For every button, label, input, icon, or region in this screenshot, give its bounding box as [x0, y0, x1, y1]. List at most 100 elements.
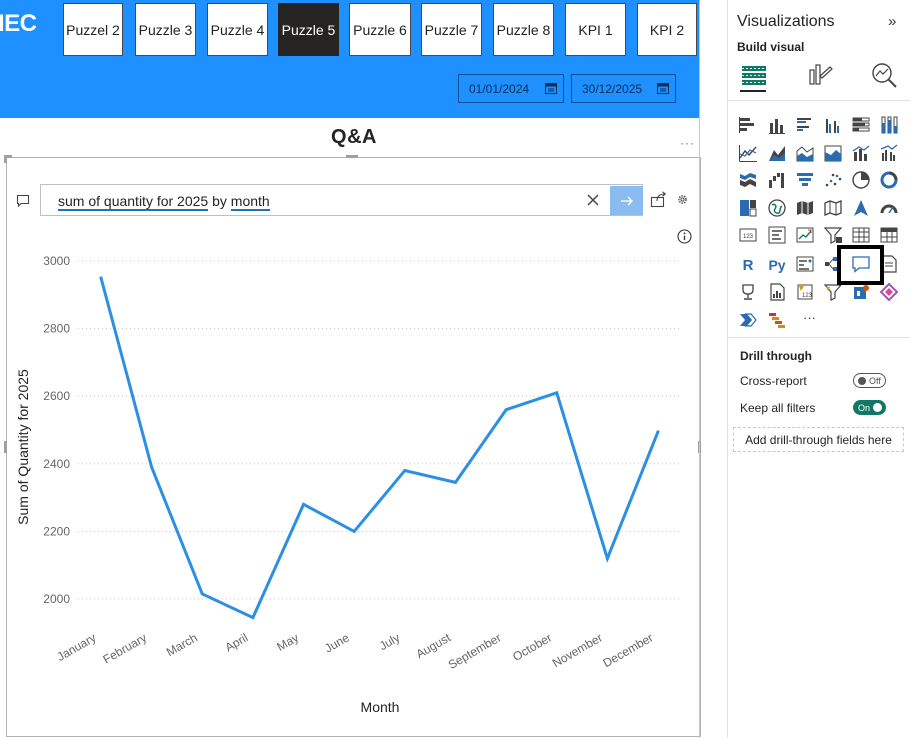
drill-through-fields-well[interactable]: Add drill-through fields here [733, 427, 904, 452]
power-apps-visual-icon[interactable] [851, 282, 871, 302]
qa-line-chart[interactable]: 2000 2200 2400 2600 2800 3000 January February… [0, 0, 700, 738]
narrative-icon[interactable] [879, 254, 899, 274]
stacked-chart-icon[interactable] [767, 310, 787, 330]
pane-divider [728, 100, 910, 101]
cross-report-label: Cross-report [740, 374, 807, 388]
y-tick-label: 2400 [43, 457, 70, 471]
toggle-state: Off [869, 375, 881, 386]
filled-map-icon[interactable] [795, 198, 815, 218]
toggle-knob [858, 377, 866, 385]
matrix-icon[interactable] [879, 225, 899, 245]
shape-map-icon[interactable] [823, 198, 843, 218]
ribbon-chart-icon[interactable] [738, 170, 758, 190]
data-point[interactable] [302, 502, 306, 506]
goals-icon[interactable] [738, 282, 758, 302]
donut-chart-icon[interactable] [879, 170, 899, 190]
x-tick-label: December [601, 630, 656, 670]
r-script-visual-icon[interactable]: R [738, 254, 758, 274]
x-tick-label: May [274, 630, 301, 653]
pane-divider [728, 337, 910, 338]
y-tick-label: 2200 [43, 524, 70, 538]
area-chart-icon[interactable] [767, 143, 787, 163]
clustered-bar-chart-icon[interactable] [795, 115, 815, 135]
active-tab-indicator [740, 90, 766, 92]
gauge-icon[interactable] [879, 198, 899, 218]
pane-title: Visualizations [737, 13, 835, 30]
funnel-chart-icon[interactable] [795, 170, 815, 190]
data-point[interactable] [453, 480, 457, 484]
diamond-visual-icon[interactable] [879, 282, 899, 302]
power-automate-icon[interactable] [823, 282, 843, 302]
azure-map-icon[interactable] [851, 198, 871, 218]
toggle-knob [873, 403, 882, 412]
power-automate-visual-icon[interactable] [738, 310, 758, 330]
report-canvas: IEC Puzzel 2 Puzzle 3 Puzzle 4 Puzzle 5 Puzz… [0, 0, 727, 738]
chart-series[interactable] [99, 276, 660, 620]
analytics-tab-icon[interactable] [869, 60, 899, 90]
power-apps-icon[interactable]: 123 [795, 282, 815, 302]
data-point[interactable] [251, 616, 255, 620]
stacked-bar-chart-icon[interactable] [738, 115, 758, 135]
100-stacked-column-chart-icon[interactable] [879, 115, 899, 135]
keep-filters-toggle[interactable]: On [853, 400, 886, 415]
line-and-clustered-column-chart-icon[interactable] [879, 143, 899, 163]
visualizations-pane: Visualizations » Build visual 123 R Py 123 ·… [727, 0, 910, 738]
data-point[interactable] [403, 469, 407, 473]
stacked-area-chart-icon[interactable] [795, 143, 815, 163]
waterfall-chart-icon[interactable] [767, 170, 787, 190]
x-tick-label: November [550, 630, 605, 670]
x-tick-label: June [322, 630, 352, 655]
map-icon[interactable] [767, 198, 787, 218]
data-point[interactable] [605, 556, 609, 560]
clustered-column-chart-icon[interactable] [823, 115, 843, 135]
data-point[interactable] [200, 592, 204, 596]
x-tick-label: March [164, 630, 200, 659]
keep-filters-label: Keep all filters [740, 401, 816, 415]
format-visual-tab-icon[interactable] [804, 60, 834, 90]
x-axis-title: Month [361, 699, 400, 715]
100-stacked-area-chart-icon[interactable] [823, 143, 843, 163]
chart-gridlines [78, 260, 680, 600]
multi-row-card-icon[interactable] [767, 225, 787, 245]
data-point[interactable] [656, 430, 660, 434]
build-visual-tab-icon[interactable] [739, 60, 769, 90]
toggle-state: On [858, 402, 871, 413]
scatter-chart-icon[interactable] [823, 170, 843, 190]
x-tick-label: October [510, 630, 554, 663]
cross-report-toggle[interactable]: Off [853, 373, 886, 388]
pie-chart-icon[interactable] [851, 170, 871, 190]
100-stacked-bar-chart-icon[interactable] [851, 115, 871, 135]
y-tick-label: 2000 [43, 592, 70, 606]
data-point[interactable] [352, 529, 356, 533]
qa-visual-icon[interactable] [851, 254, 871, 274]
y-tick-label: 3000 [43, 254, 70, 268]
line-and-stacked-column-chart-icon[interactable] [851, 143, 871, 163]
x-tick-label: April [223, 630, 251, 654]
decomposition-tree-icon[interactable] [823, 254, 843, 274]
y-axis-ticks: 2000 2200 2400 2600 2800 3000 [43, 254, 70, 606]
treemap-icon[interactable] [738, 198, 758, 218]
svg-text:123: 123 [743, 234, 754, 240]
data-point[interactable] [150, 465, 154, 469]
build-visual-label: Build visual [737, 40, 805, 54]
svg-text:R: R [743, 257, 754, 274]
python-visual-icon[interactable]: Py [767, 254, 787, 274]
stacked-column-chart-icon[interactable] [767, 115, 787, 135]
data-point[interactable] [504, 408, 508, 412]
key-influencers-icon[interactable] [795, 254, 815, 274]
card-icon[interactable]: 123 [738, 225, 758, 245]
x-tick-label: July [377, 630, 402, 653]
table-icon[interactable] [851, 225, 871, 245]
y-tick-label: 2600 [43, 389, 70, 403]
data-point[interactable] [99, 276, 103, 280]
more-visuals-icon[interactable]: ··· [803, 310, 816, 325]
paginated-report-icon[interactable] [767, 282, 787, 302]
line-chart-icon[interactable] [738, 143, 758, 163]
svg-text:123: 123 [802, 293, 813, 299]
x-axis-ticks: January February March April May June July Augu… [55, 630, 656, 672]
collapse-pane-icon[interactable]: » [888, 13, 896, 30]
kpi-icon[interactable] [795, 225, 815, 245]
slicer-icon[interactable] [823, 225, 843, 245]
x-tick-label: August [414, 630, 454, 661]
data-point[interactable] [555, 391, 559, 395]
